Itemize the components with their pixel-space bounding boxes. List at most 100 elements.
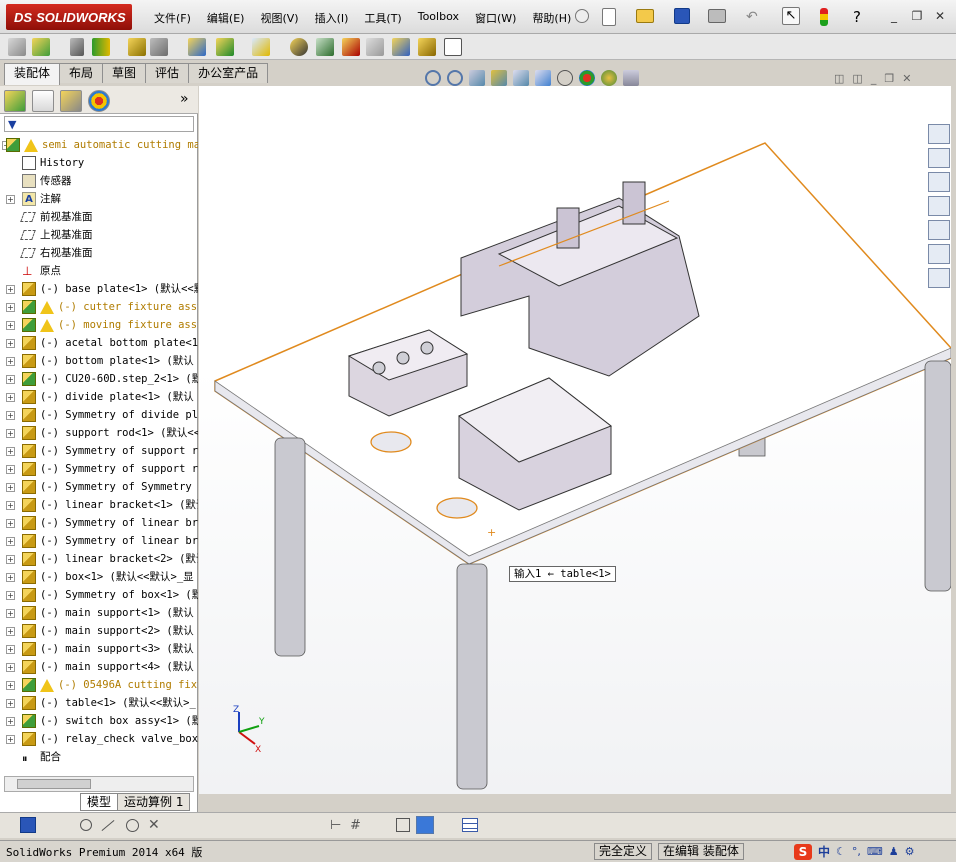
insert-component-icon[interactable] (8, 38, 26, 56)
tree-item[interactable]: + (-) moving fixture assy (0, 316, 198, 334)
save-small-icon[interactable] (20, 817, 36, 833)
expand-icon[interactable]: + (6, 717, 15, 726)
linear-pattern-icon[interactable] (92, 38, 110, 56)
zoom-to-fit-icon[interactable] (425, 70, 441, 86)
expand-icon[interactable]: + (6, 699, 15, 708)
section-view-icon[interactable] (491, 70, 507, 86)
tree-item[interactable]: + (-) box<1> (默认<<默认>_显 (0, 568, 198, 586)
expand-icon[interactable]: + (6, 285, 15, 294)
tree-item[interactable]: 前视基准面 (0, 208, 198, 226)
tree-item[interactable]: + (-) main support<1> (默认 (0, 604, 198, 622)
move-component-icon[interactable] (150, 38, 168, 56)
pin-icon[interactable] (575, 9, 589, 23)
assembly-features-icon[interactable] (216, 38, 234, 56)
grid-icon[interactable]: # (350, 818, 361, 833)
expand-icon[interactable]: + (6, 375, 15, 384)
tree-item[interactable]: + (-) table<1> (默认<<默认>_ (0, 694, 198, 712)
reference-geometry-icon[interactable] (252, 38, 270, 56)
expand-icon[interactable]: + (6, 393, 15, 402)
exploded-view-icon[interactable] (342, 38, 360, 56)
trim-icon[interactable]: ✕ (148, 817, 160, 833)
help-icon[interactable]: ? (848, 8, 866, 26)
half-width-icon[interactable]: ☾ (836, 845, 846, 858)
file-explorer-icon[interactable] (928, 196, 950, 216)
expand-icon[interactable]: + (6, 663, 15, 672)
expand-icon[interactable]: + (6, 537, 15, 546)
home-icon[interactable] (928, 148, 950, 168)
menu-file[interactable]: 文件(F) (146, 10, 199, 26)
model-canvas[interactable]: + Z X Y (199, 86, 951, 794)
tree-item[interactable]: + (-) linear bracket<1> (默认 (0, 496, 198, 514)
scrollbar-thumb[interactable] (17, 779, 91, 789)
expand-icon[interactable]: + (6, 609, 15, 618)
menu-toolbox[interactable]: Toolbox (410, 10, 467, 26)
tree-item[interactable]: + (-) divide plate<1> (默认 (0, 388, 198, 406)
new-assembly-icon[interactable] (32, 38, 50, 56)
new-motion-study-icon[interactable] (290, 38, 308, 56)
expand-icon[interactable]: + (6, 501, 15, 510)
tab-model[interactable]: 模型 (80, 793, 119, 811)
smart-fasteners-icon[interactable] (128, 38, 146, 56)
tree-item[interactable]: + (-) Symmetry of divide pl (0, 406, 198, 424)
save-icon[interactable] (674, 8, 690, 24)
expand-icon[interactable]: + (6, 627, 15, 636)
line-icon[interactable] (101, 819, 115, 832)
table-leg-front-right[interactable] (924, 360, 951, 592)
print-icon[interactable] (708, 9, 726, 23)
dimension-icon[interactable]: ⊢ (330, 818, 341, 833)
tab-sketch[interactable]: 草图 (102, 63, 147, 83)
expand-icon[interactable]: + (6, 573, 15, 582)
appearances-icon[interactable] (928, 244, 950, 264)
tab-layout[interactable]: 布局 (59, 63, 104, 83)
minimize-icon[interactable]: _ (886, 9, 902, 23)
tree-item[interactable]: + (-) linear bracket<2> (默认 (0, 550, 198, 568)
tree-item[interactable]: + (-) support rod<1> (默认<< (0, 424, 198, 442)
tree-item[interactable]: + (-) 05496A cutting fixt (0, 676, 198, 694)
edit-appearance-icon[interactable] (579, 70, 595, 86)
tree-item[interactable]: + (-) relay_check valve_box (0, 730, 198, 748)
expand-icon[interactable]: + (6, 357, 15, 366)
tree-item[interactable]: + (-) Symmetry of Symmetry o (0, 478, 198, 496)
tree-item[interactable]: ⊥ 原点 (0, 262, 198, 280)
take-snapshot-icon[interactable] (444, 38, 462, 56)
tab-office-products[interactable]: 办公室产品 (188, 63, 269, 83)
property-manager-tab-icon[interactable] (32, 90, 54, 112)
solidworks-logo[interactable]: DS SOLIDWORKS (6, 4, 132, 30)
new-document-icon[interactable] (602, 8, 616, 26)
configuration-manager-tab-icon[interactable] (60, 90, 82, 112)
table-hole-1[interactable] (370, 431, 412, 453)
table-icon[interactable] (462, 818, 478, 832)
tree-item[interactable]: + (-) base plate<1> (默认<<默 (0, 280, 198, 298)
circle-icon[interactable] (126, 819, 139, 832)
viewport-tile-2-icon[interactable]: ◫ (852, 72, 862, 85)
expand-icon[interactable]: + (6, 195, 15, 204)
graphics-viewport[interactable]: + Z X Y (199, 86, 951, 794)
expand-icon[interactable]: + (6, 303, 15, 312)
design-library-icon[interactable] (928, 172, 950, 192)
previous-view-icon[interactable] (469, 70, 485, 86)
rebuild-icon[interactable] (820, 8, 828, 26)
show-hidden-icon[interactable] (188, 38, 206, 56)
tree-item[interactable]: 上视基准面 (0, 226, 198, 244)
tree-filter-input[interactable]: ▼ (4, 116, 194, 132)
punctuation-icon[interactable]: °, (852, 845, 861, 858)
tree-item[interactable]: + (-) switch box assy<1> (默 (0, 712, 198, 730)
expand-icon[interactable]: + (6, 339, 15, 348)
expand-icon[interactable]: + (6, 321, 15, 330)
expand-icon[interactable]: + (6, 447, 15, 456)
zoom-area-icon[interactable] (447, 70, 463, 86)
settings-icon[interactable]: ⚙ (905, 845, 915, 858)
panel-expand-icon[interactable]: » (180, 91, 189, 107)
tree-item[interactable]: + (-) main support<2> (默认 (0, 622, 198, 640)
tree-item[interactable]: + (-) Symmetry of box<1> (默 (0, 586, 198, 604)
tree-item[interactable]: + (-) Symmetry of linear bra (0, 532, 198, 550)
expand-icon[interactable]: + (6, 591, 15, 600)
custom-properties-icon[interactable] (928, 268, 950, 288)
tree-item[interactable]: + (-) bottom plate<1> (默认 (0, 352, 198, 370)
switch-button-1[interactable] (372, 361, 386, 375)
table-leg-front-mid[interactable] (456, 563, 488, 790)
tab-assembly[interactable]: 装配体 (4, 63, 61, 85)
box-select-icon[interactable] (396, 818, 410, 832)
tab-evaluate[interactable]: 评估 (145, 63, 190, 83)
explode-line-icon[interactable] (366, 38, 384, 56)
